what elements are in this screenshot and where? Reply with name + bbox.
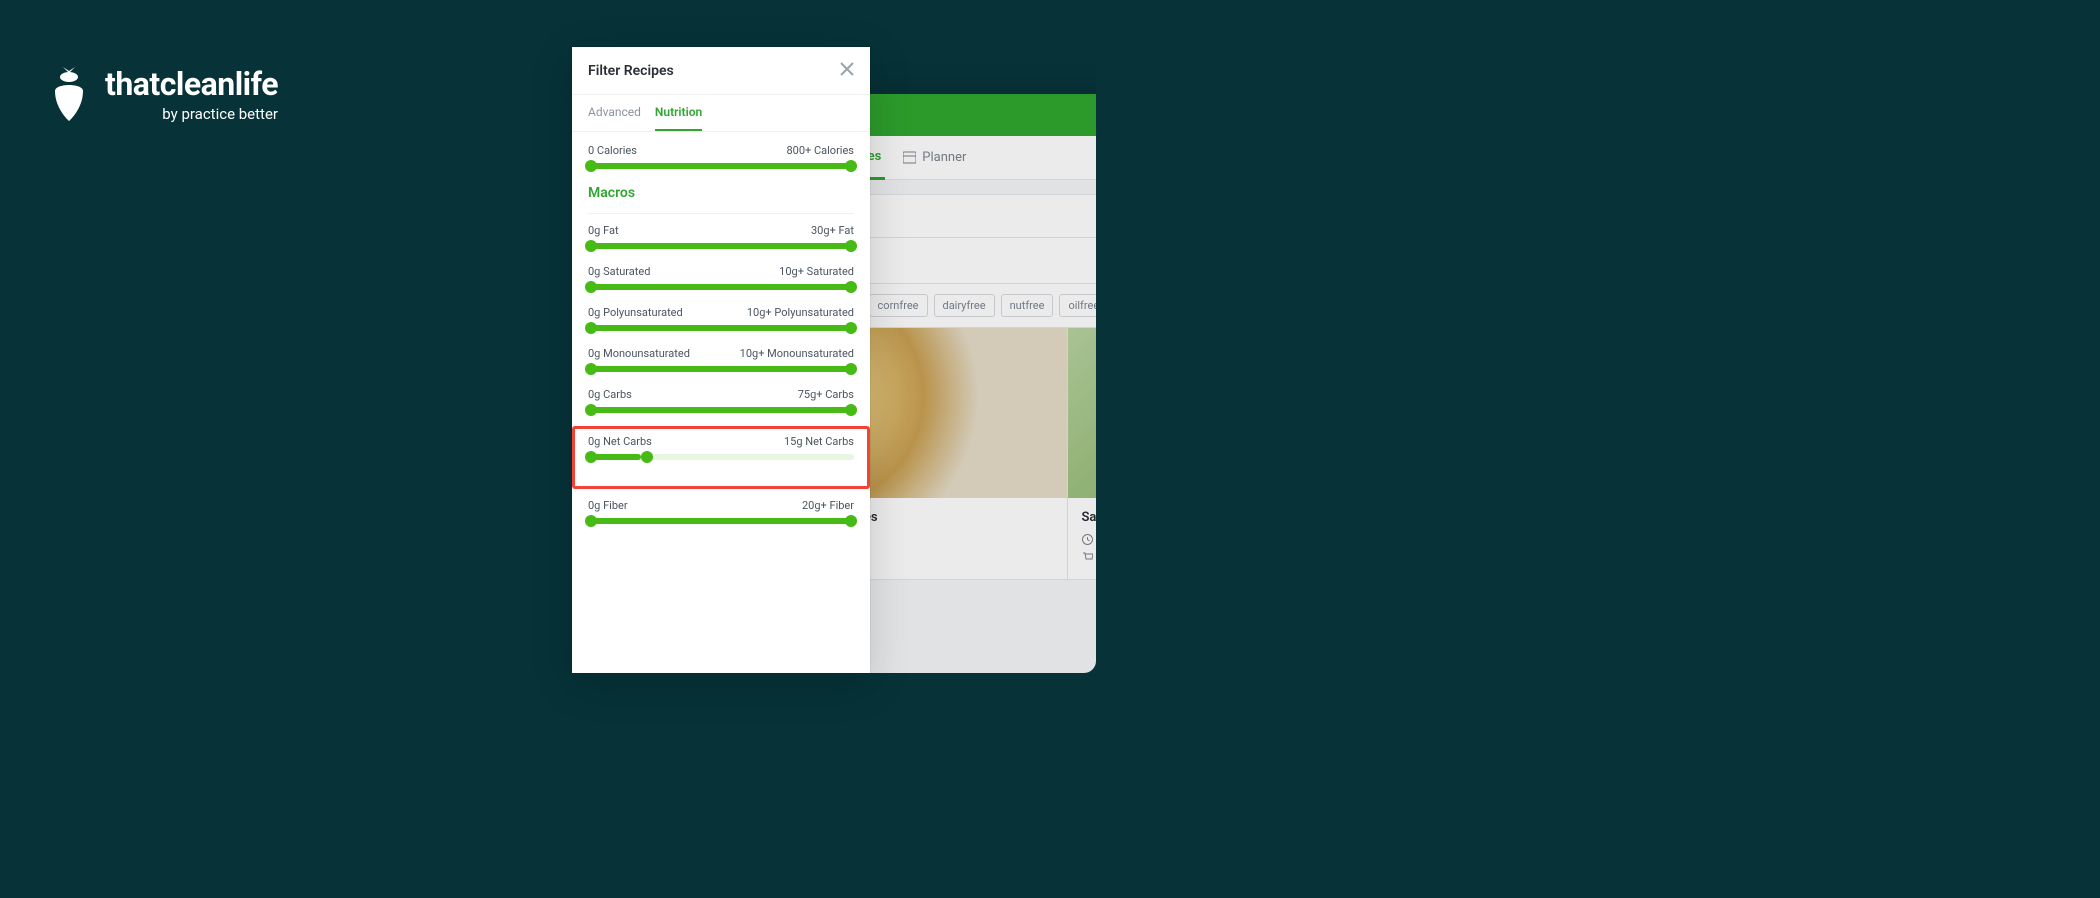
slider-row[interactable]: 0g Carbs 75g+ Carbs xyxy=(588,388,854,413)
slider-handle[interactable] xyxy=(845,240,857,252)
recipe-card[interactable]: Salad & Tuna Lettuce Wraps 0 minutes ing… xyxy=(1068,328,1097,579)
recipe-image xyxy=(1068,328,1097,498)
tag-oilfree[interactable]: oilfree xyxy=(1059,294,1096,317)
slider-handle[interactable] xyxy=(845,363,857,375)
filter-modal: Filter Recipes Advanced Nutrition 0 Calo… xyxy=(572,47,870,673)
slider-row[interactable]: 0g Fiber 20g+ Fiber xyxy=(588,499,854,524)
slider-max-label: 10g+ Polyunsaturated xyxy=(747,306,854,319)
nav-planner-label: Planner xyxy=(922,150,966,165)
clock-icon xyxy=(1082,534,1093,545)
recipe-title: Salad & Tuna Lettuce Wraps xyxy=(1082,510,1097,525)
slider-handle[interactable] xyxy=(585,451,597,463)
slider-handle[interactable] xyxy=(845,160,857,172)
slider-handle[interactable] xyxy=(845,322,857,334)
planner-icon xyxy=(903,151,916,164)
slider-handle[interactable] xyxy=(641,451,653,463)
slider-max-label: 10g+ Monounsaturated xyxy=(740,347,854,360)
tab-advanced[interactable]: Advanced xyxy=(588,105,641,131)
slider-calories[interactable]: 0 Calories 800+ Calories xyxy=(588,144,854,169)
slider-max-label: 75g+ Carbs xyxy=(798,388,854,401)
slider-row[interactable]: 0g Monounsaturated 10g+ Monounsaturated xyxy=(588,347,854,372)
brand-name-pre: that xyxy=(105,65,160,103)
tag-dairyfree[interactable]: dairyfree xyxy=(934,294,995,317)
slider-max-label: 10g+ Saturated xyxy=(779,265,854,278)
brand-name-mid: clean xyxy=(160,65,235,103)
close-icon[interactable] xyxy=(840,61,854,80)
slider-handle[interactable] xyxy=(845,281,857,293)
slider-min-label: 0g Carbs xyxy=(588,388,632,401)
cart-icon xyxy=(1082,551,1093,562)
slider-handle[interactable] xyxy=(585,515,597,527)
slider-max-label: 30g+ Fat xyxy=(811,224,854,237)
slider-handle[interactable] xyxy=(585,160,597,172)
slider-max-label: 20g+ Fiber xyxy=(802,499,854,512)
slider-row[interactable]: 0g Saturated 10g+ Saturated xyxy=(588,265,854,290)
modal-title: Filter Recipes xyxy=(588,63,674,79)
slider-max-label: 15g Net Carbs xyxy=(784,435,854,448)
slider-handle[interactable] xyxy=(845,515,857,527)
slider-handle[interactable] xyxy=(585,404,597,416)
slider-min-label: 0g Fiber xyxy=(588,499,628,512)
tag-nutfree[interactable]: nutfree xyxy=(1001,294,1054,317)
slider-handle[interactable] xyxy=(585,240,597,252)
radish-icon xyxy=(45,65,93,123)
slider-min-label: 0g Polyunsaturated xyxy=(588,306,683,319)
slider-handle[interactable] xyxy=(585,281,597,293)
nav-planner[interactable]: Planner xyxy=(899,136,970,180)
slider-handle[interactable] xyxy=(585,322,597,334)
slider-min-label: 0g Net Carbs xyxy=(588,435,652,448)
slider-max-label: 800+ Calories xyxy=(786,144,854,157)
brand-logo: thatcleanlife by practice better xyxy=(45,65,278,123)
slider-handle[interactable] xyxy=(845,404,857,416)
slider-row[interactable]: 0g Net Carbs 15g Net Carbs xyxy=(588,435,854,460)
slider-min-label: 0 Calories xyxy=(588,144,637,157)
tab-nutrition[interactable]: Nutrition xyxy=(655,105,702,131)
divider xyxy=(588,213,854,214)
slider-min-label: 0g Saturated xyxy=(588,265,650,278)
slider-handle[interactable] xyxy=(585,363,597,375)
brand-name-post: life xyxy=(235,65,278,103)
slider-min-label: 0g Fat xyxy=(588,224,619,237)
tag-cornfree[interactable]: cornfree xyxy=(869,294,928,317)
slider-row[interactable]: 0g Fat 30g+ Fat xyxy=(588,224,854,249)
slider-min-label: 0g Monounsaturated xyxy=(588,347,690,360)
slider-row[interactable]: 0g Polyunsaturated 10g+ Polyunsaturated xyxy=(588,306,854,331)
brand-byline: by practice better xyxy=(105,105,278,123)
macros-heading: Macros xyxy=(588,185,854,201)
